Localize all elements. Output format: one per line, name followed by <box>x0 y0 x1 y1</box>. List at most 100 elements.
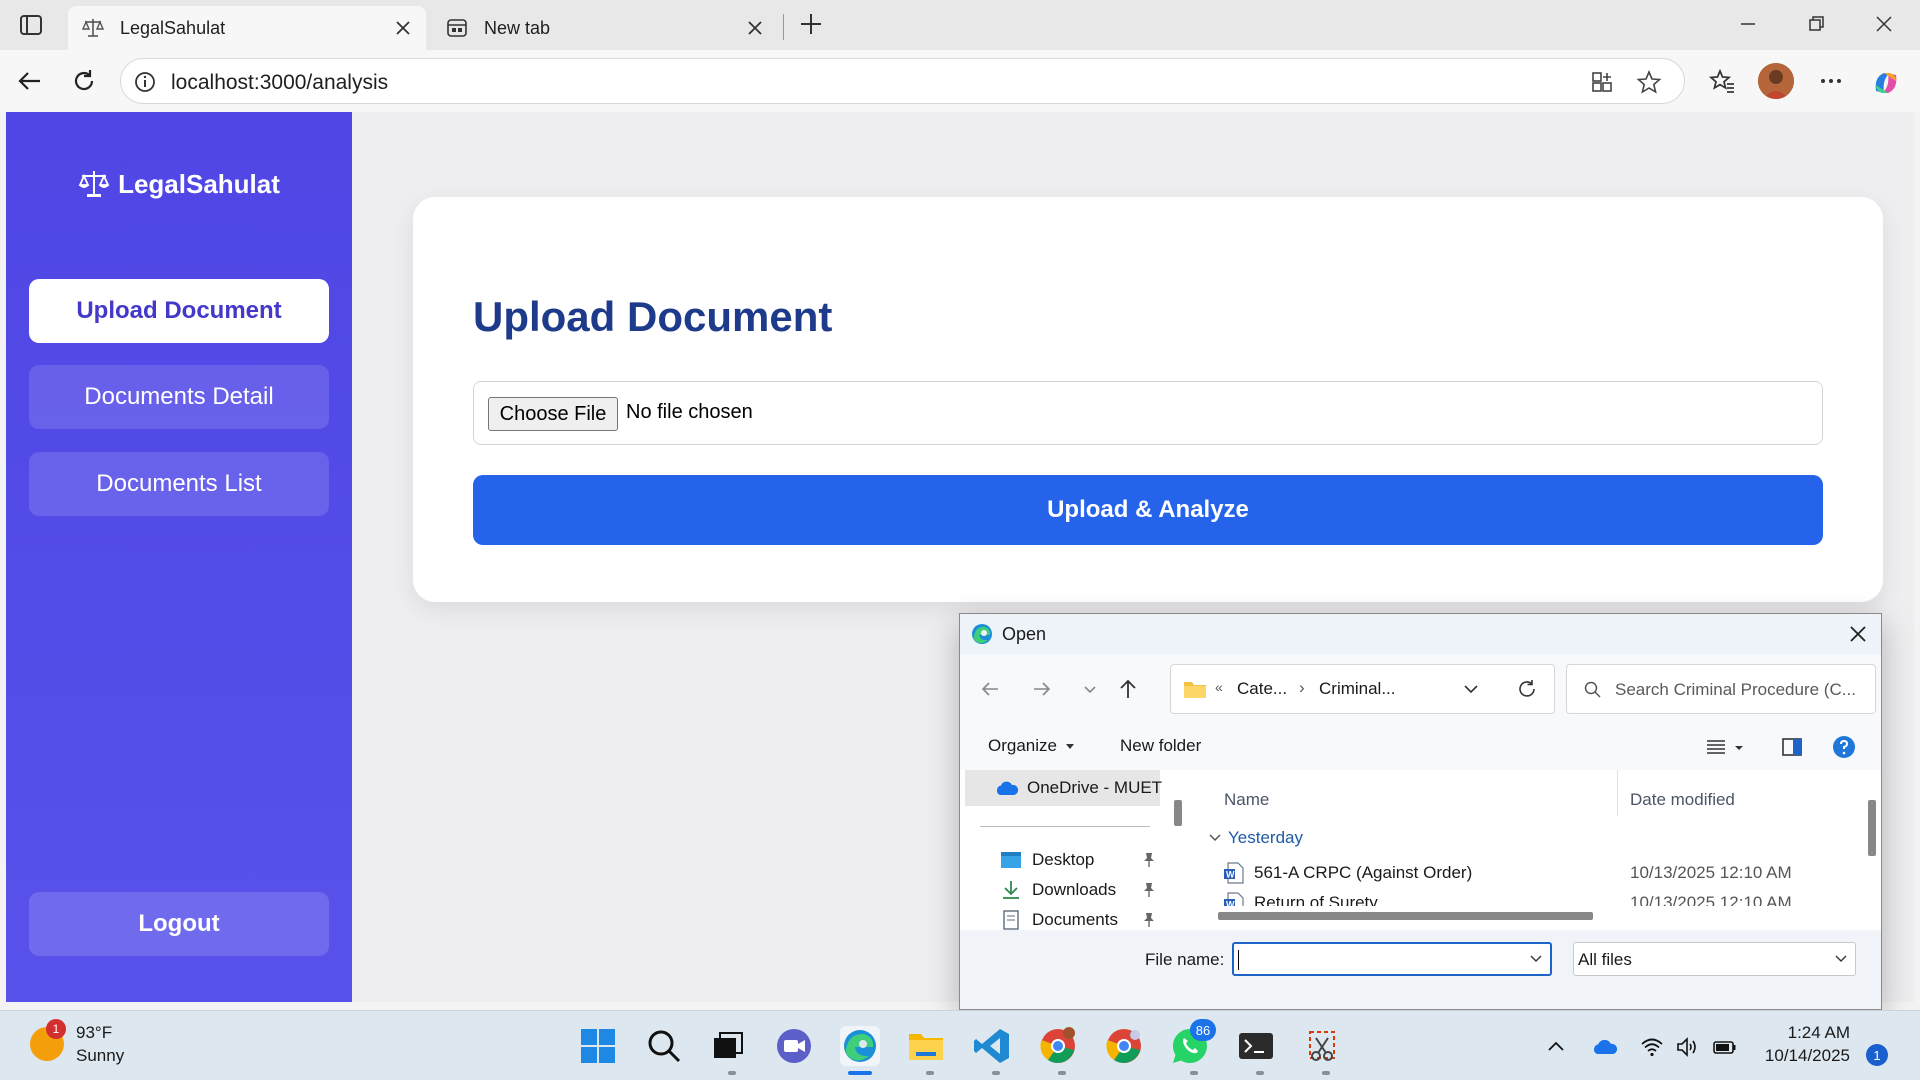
more-options-icon[interactable] <box>1817 67 1845 95</box>
refresh-icon[interactable] <box>70 67 98 95</box>
file-explorer-icon[interactable] <box>906 1026 946 1066</box>
address-bar[interactable]: localhost:3000/analysis <box>120 58 1685 104</box>
copilot-icon[interactable] <box>1870 67 1898 95</box>
nav-pane-scrollbar[interactable] <box>1174 800 1182 826</box>
dialog-footer: File name: All files <box>960 930 1881 1009</box>
breadcrumb-item[interactable]: Cate... <box>1237 679 1287 699</box>
clock-time[interactable]: 1:24 AM <box>1770 1023 1850 1043</box>
close-tab-icon[interactable] <box>746 19 764 37</box>
file-name-input[interactable] <box>1232 942 1552 976</box>
app-available-icon[interactable] <box>1590 70 1614 94</box>
wifi-icon[interactable] <box>1640 1035 1664 1059</box>
view-list-icon[interactable] <box>1704 735 1728 759</box>
column-divider[interactable] <box>1617 770 1618 816</box>
view-options-caret-icon[interactable] <box>1732 735 1746 759</box>
file-input[interactable]: Choose File No file chosen <box>473 381 1823 445</box>
pin-icon[interactable] <box>1142 912 1156 928</box>
upload-analyze-button[interactable]: Upload & Analyze <box>473 475 1823 545</box>
weather-temperature[interactable]: 93°F <box>76 1023 112 1043</box>
running-indicator <box>1058 1071 1066 1075</box>
help-icon[interactable] <box>1832 735 1856 759</box>
windows-start-icon[interactable] <box>578 1026 618 1066</box>
nav-desktop[interactable]: Desktop <box>990 846 1160 876</box>
restore-icon[interactable] <box>1804 12 1828 36</box>
battery-icon[interactable] <box>1712 1035 1736 1059</box>
favorite-star-icon[interactable] <box>1636 69 1662 95</box>
browser-tab-newtab[interactable]: New tab <box>432 6 778 50</box>
tab-title: New tab <box>484 17 551 38</box>
vscode-icon[interactable] <box>972 1026 1012 1066</box>
dialog-search-input[interactable]: Search Criminal Procedure (C... <box>1566 664 1876 714</box>
back-arrow-icon[interactable] <box>16 67 44 95</box>
task-view-icon[interactable] <box>708 1026 748 1066</box>
choose-file-button[interactable]: Choose File <box>488 397 618 431</box>
column-header-name[interactable]: Name <box>1224 790 1269 810</box>
browser-toolbar: localhost:3000/analysis <box>0 50 1920 112</box>
weather-badge: 1 <box>46 1019 66 1039</box>
window-close-icon[interactable] <box>1872 12 1896 36</box>
nav-documents-list[interactable]: Documents List <box>29 452 329 516</box>
tab-title: LegalSahulat <box>120 17 226 38</box>
onedrive-cloud-icon <box>995 780 1019 796</box>
chrome-icon[interactable] <box>1038 1026 1078 1066</box>
newtab-page-icon <box>446 17 468 39</box>
favorites-icon[interactable] <box>1708 67 1736 95</box>
chevron-down-icon[interactable] <box>1530 954 1542 964</box>
chevron-up-icon[interactable] <box>1544 1035 1568 1059</box>
file-row[interactable]: W 561-A CRPC (Against Order) 10/13/2025 … <box>1192 858 1862 888</box>
dialog-close-icon[interactable] <box>1847 623 1869 645</box>
profile-avatar[interactable] <box>1758 63 1794 99</box>
breadcrumb-overflow[interactable]: « <box>1215 679 1223 695</box>
pin-icon[interactable] <box>1142 852 1156 868</box>
minimize-icon[interactable] <box>1736 12 1760 36</box>
horizontal-scrollbar[interactable] <box>1218 912 1593 920</box>
up-arrow-icon[interactable] <box>1116 677 1140 701</box>
chevron-down-icon[interactable] <box>1208 832 1222 844</box>
nav-downloads[interactable]: Downloads <box>990 876 1160 906</box>
file-type-select[interactable]: All files <box>1573 942 1856 976</box>
vertical-scrollbar[interactable] <box>1868 800 1876 856</box>
onedrive-cloud-icon[interactable] <box>1592 1035 1618 1059</box>
new-tab-plus-icon[interactable] <box>797 10 825 38</box>
volume-icon[interactable] <box>1675 1035 1699 1059</box>
refresh-icon[interactable] <box>1516 678 1538 700</box>
back-arrow-icon[interactable] <box>978 677 1002 701</box>
close-tab-icon[interactable] <box>394 19 412 37</box>
snipping-tool-icon[interactable] <box>1302 1026 1342 1066</box>
nav-upload-document[interactable]: Upload Document <box>29 279 329 343</box>
dialog-command-bar: Organize New folder <box>960 724 1881 770</box>
browser-tab-active[interactable]: LegalSahulat <box>68 6 426 50</box>
address-breadcrumb[interactable]: « Cate... › Criminal... <box>1170 664 1555 714</box>
new-folder-button[interactable]: New folder <box>1120 736 1201 756</box>
nav-divider <box>980 826 1150 827</box>
breadcrumb-separator: › <box>1299 678 1305 697</box>
logout-button[interactable]: Logout <box>29 892 329 956</box>
nav-label: Downloads <box>1032 880 1117 899</box>
folder-icon <box>1183 678 1207 700</box>
pin-icon[interactable] <box>1142 882 1156 898</box>
recent-locations-chevron-icon[interactable] <box>1078 677 1102 701</box>
organize-menu[interactable]: Organize <box>988 736 1057 756</box>
meet-video-icon[interactable] <box>774 1026 814 1066</box>
site-info-icon[interactable] <box>133 70 157 94</box>
clock-date[interactable]: 10/14/2025 <box>1755 1046 1850 1066</box>
notification-badge[interactable]: 1 <box>1866 1044 1888 1066</box>
nav-documents-detail[interactable]: Documents Detail <box>29 365 329 429</box>
nav-documents[interactable]: Documents <box>990 906 1160 930</box>
terminal-icon[interactable] <box>1236 1026 1276 1066</box>
file-status: No file chosen <box>626 401 753 423</box>
weather-condition[interactable]: Sunny <box>76 1046 124 1066</box>
forward-arrow-icon[interactable] <box>1030 677 1054 701</box>
search-icon[interactable] <box>644 1026 684 1066</box>
chevron-down-icon[interactable] <box>1461 679 1481 699</box>
breadcrumb-item[interactable]: Criminal... <box>1319 679 1396 699</box>
preview-pane-icon[interactable] <box>1780 735 1804 759</box>
column-header-date[interactable]: Date modified <box>1630 790 1735 810</box>
brand[interactable]: LegalSahulat <box>6 168 352 200</box>
group-header[interactable]: Yesterday <box>1228 828 1303 848</box>
edge-browser-icon[interactable] <box>840 1026 880 1066</box>
nav-onedrive[interactable]: OneDrive - MUET <box>965 770 1162 806</box>
running-indicator <box>728 1071 736 1075</box>
tab-actions-icon[interactable] <box>18 12 44 38</box>
chrome-profile-icon[interactable] <box>1104 1026 1144 1066</box>
